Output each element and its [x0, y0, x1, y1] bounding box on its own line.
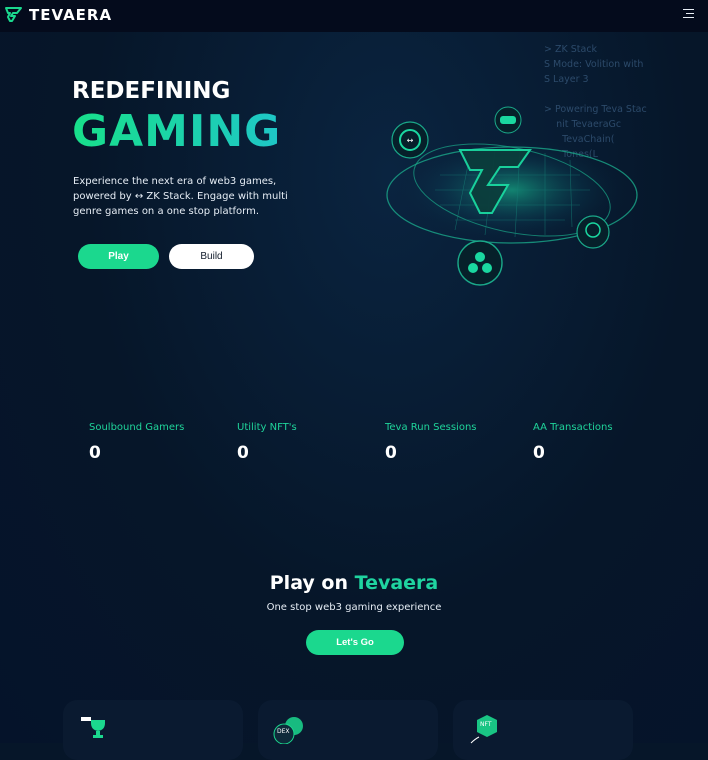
hero-title-line1: REDEFINING — [72, 78, 231, 104]
stat-value: 0 — [89, 443, 101, 463]
svg-text:↔: ↔ — [407, 136, 414, 145]
brand-logo[interactable]: TEVAERA — [4, 5, 112, 25]
play-section-subtitle: One stop web3 gaming experience — [266, 602, 442, 613]
play-section-title: Play on Tevaera — [0, 572, 708, 594]
hamburger-menu-icon[interactable] — [683, 9, 694, 21]
brand-name: TEVAERA — [29, 6, 113, 24]
build-button[interactable]: Build — [169, 244, 254, 269]
stat-label: Utility NFT's — [237, 422, 297, 433]
feature-card-nft[interactable]: NFT — [453, 700, 633, 760]
stat-value: 0 — [385, 443, 397, 463]
hero-description: Experience the next era of web3 games, p… — [73, 174, 288, 219]
tevaera-logo-icon — [5, 7, 22, 22]
teva-node-icon — [457, 240, 503, 286]
play-title-prefix: Play on — [269, 572, 349, 594]
hero-title-line2: GAMING — [72, 106, 289, 157]
stat-label: Soulbound Gamers — [89, 422, 185, 433]
dex-node-icon — [576, 215, 610, 249]
zk-arrows-icon: ↔ — [134, 191, 144, 202]
stat-aa-transactions: AA Transactions 0 — [533, 420, 643, 463]
stat-value: 0 — [237, 443, 249, 463]
play-button[interactable]: Play — [78, 244, 159, 269]
hero-illustration: ↔ — [386, 106, 638, 286]
bridge-node-icon: ↔ — [391, 121, 429, 159]
nft-label: NFT — [480, 721, 492, 728]
feature-card-dex[interactable]: DEX — [258, 700, 438, 760]
stat-label: Teva Run Sessions — [385, 422, 477, 433]
top-navbar: TEVAERA — [0, 0, 708, 32]
lets-go-button[interactable]: Let's Go — [306, 630, 404, 655]
stat-label: AA Transactions — [533, 422, 613, 433]
stat-soulbound-gamers: Soulbound Gamers 0 — [89, 420, 199, 463]
trophy-icon — [81, 717, 105, 738]
play-title-accent: Tevaera — [354, 572, 439, 594]
gamepad-node-icon — [494, 106, 522, 134]
dex-label: DEX — [277, 728, 290, 735]
nft-icon — [470, 715, 497, 744]
stat-teva-run-sessions: Teva Run Sessions 0 — [385, 420, 495, 463]
stat-value: 0 — [533, 443, 545, 463]
feature-card-trophy[interactable] — [63, 700, 243, 760]
stat-utility-nfts: Utility NFT's 0 — [237, 420, 347, 463]
